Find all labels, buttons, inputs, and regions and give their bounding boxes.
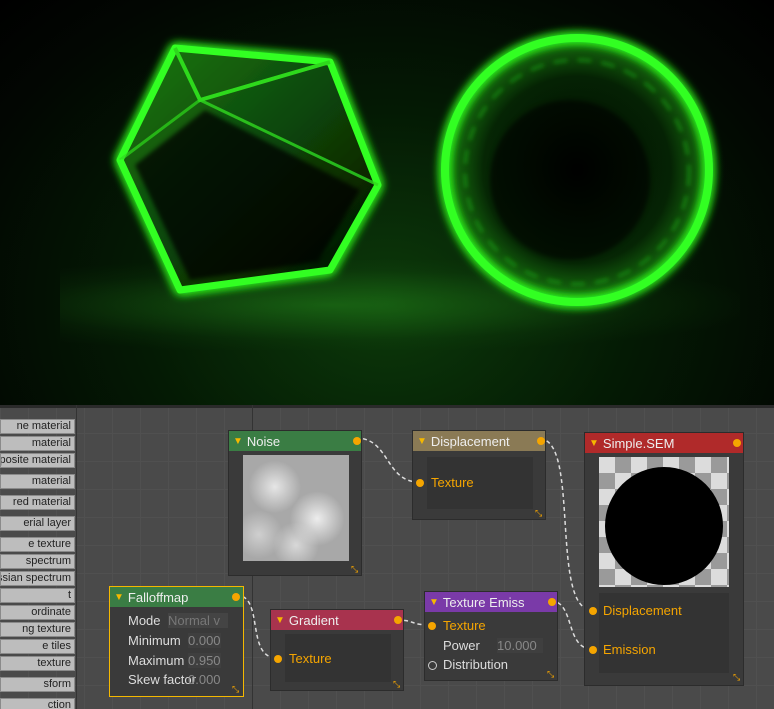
- material-preview-image: [599, 457, 729, 587]
- node-title: Gradient: [288, 612, 339, 628]
- input-port[interactable]: [416, 479, 424, 487]
- collapse-triangle-icon[interactable]: ▼: [417, 436, 427, 447]
- distribution-radio-icon[interactable]: [428, 661, 437, 670]
- minimum-input[interactable]: 0.000: [188, 633, 221, 648]
- resize-icon[interactable]: ⤡: [535, 509, 544, 518]
- node-texture-emission-header[interactable]: ▼ Texture Emiss: [425, 592, 557, 612]
- node-displacement-header[interactable]: ▼ Displacement: [413, 431, 545, 451]
- mode-select[interactable]: Normal v: [168, 613, 228, 628]
- minimum-label: Minimum: [128, 633, 181, 648]
- noise-preview-image: [243, 455, 349, 561]
- node-title: Noise: [246, 433, 281, 449]
- node-title: Simple.SEM: [602, 435, 675, 451]
- node-gradient-header[interactable]: ▼ Gradient: [271, 610, 403, 630]
- socket-label-displacement: Displacement: [603, 603, 682, 618]
- node-simple-sem-header[interactable]: ▼ Simple.SEM: [585, 433, 743, 453]
- collapse-triangle-icon[interactable]: ▼: [233, 436, 243, 447]
- power-input[interactable]: 10.000: [497, 638, 543, 653]
- node-simple-sem[interactable]: ▼ Simple.SEM Displacement Emission ⤡: [584, 432, 744, 686]
- render-scene: [116, 34, 713, 306]
- maximum-label: Maximum: [128, 653, 185, 668]
- output-port[interactable]: [537, 437, 545, 445]
- mode-label: Mode: [128, 613, 161, 628]
- node-editor[interactable]: ne material material posite material mat…: [0, 405, 774, 709]
- input-port[interactable]: [589, 646, 597, 654]
- node-falloffmap-header[interactable]: ▼ Falloffmap: [110, 587, 243, 607]
- collapse-triangle-icon[interactable]: ▼: [275, 615, 285, 626]
- maximum-input[interactable]: 0.950: [188, 653, 221, 668]
- output-port[interactable]: [353, 437, 361, 445]
- collapse-triangle-icon[interactable]: ▼: [429, 597, 439, 608]
- collapse-triangle-icon[interactable]: ▼: [589, 438, 599, 449]
- resize-icon[interactable]: ⤡: [232, 685, 241, 694]
- socket-label-emission: Emission: [603, 642, 656, 657]
- collapse-triangle-icon[interactable]: ▼: [114, 592, 124, 603]
- node-displacement[interactable]: ▼ Displacement Texture ⤡: [412, 430, 546, 520]
- output-port[interactable]: [232, 593, 240, 601]
- socket-label-texture: Texture: [431, 475, 474, 490]
- preview-sphere: [605, 467, 723, 585]
- node-title: Falloffmap: [127, 589, 189, 605]
- socket-label-texture: Texture: [289, 651, 332, 666]
- node-gradient[interactable]: ▼ Gradient Texture ⤡: [270, 609, 404, 691]
- input-port[interactable]: [589, 607, 597, 615]
- node-noise[interactable]: ▼ Noise ⤡: [228, 430, 362, 576]
- resize-icon[interactable]: ⤡: [733, 673, 742, 682]
- node-texture-emission[interactable]: ▼ Texture Emiss Texture Power 10.000 Dis…: [424, 591, 558, 681]
- skew-input[interactable]: 0.000: [188, 672, 221, 687]
- resize-icon[interactable]: ⤡: [393, 680, 402, 689]
- output-port[interactable]: [548, 598, 556, 606]
- render-viewport: [0, 0, 774, 405]
- input-port[interactable]: [274, 655, 282, 663]
- power-label: Power: [443, 638, 480, 653]
- input-port[interactable]: [428, 622, 436, 630]
- node-noise-header[interactable]: ▼ Noise: [229, 431, 361, 451]
- resize-icon[interactable]: ⤡: [351, 565, 360, 574]
- node-title: Displacement: [430, 433, 510, 449]
- skew-label: Skew factor: [128, 672, 196, 687]
- distribution-label: Distribution: [443, 657, 509, 672]
- output-port[interactable]: [733, 439, 741, 447]
- node-falloffmap[interactable]: ▼ Falloffmap Mode Normal v Minimum 0.000…: [109, 586, 244, 697]
- wire-noise-displacement: [355, 437, 420, 483]
- node-title: Texture Emiss: [442, 594, 525, 610]
- output-port[interactable]: [394, 616, 402, 624]
- resize-icon[interactable]: ⤡: [547, 670, 556, 679]
- sphere-object: [441, 34, 713, 306]
- socket-label-texture: Texture: [443, 618, 486, 633]
